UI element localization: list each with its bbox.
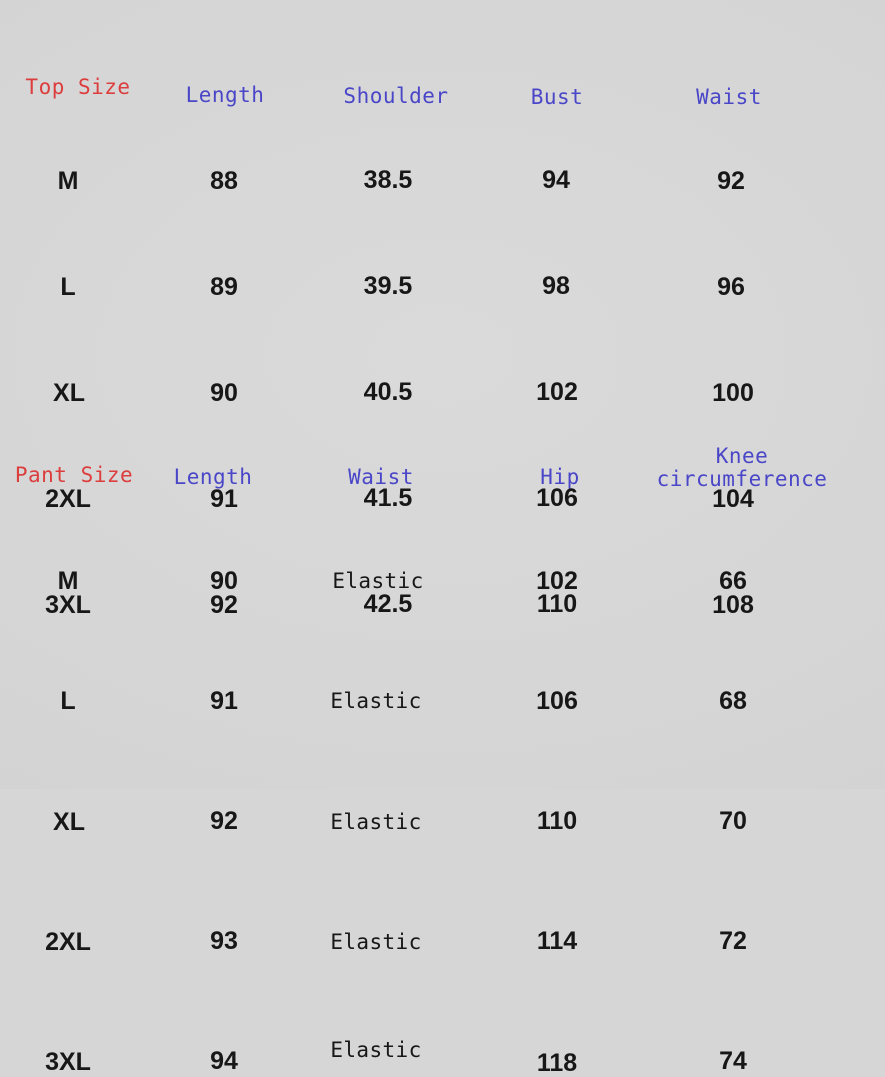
table-row: 3XL 94 Elastic 118 74	[0, 722, 885, 1077]
table-row: XL 90 40.5 102 100	[0, 216, 885, 407]
cell-size: 3XL	[45, 1048, 91, 1076]
top-size-table: Top Size Length Shoulder Bust Waist M 88…	[0, 70, 885, 619]
cell-knee: 74	[719, 1047, 747, 1075]
cell-waist: 100	[712, 379, 754, 407]
table-row: M 88 38.5 94 92	[0, 110, 885, 195]
cell-knee: 72	[719, 927, 747, 955]
cell-hip: 118	[536, 1049, 578, 1077]
table-row: 2XL 91 41.5 106 104	[0, 269, 885, 513]
cell-bust: 102	[536, 378, 578, 406]
cell-waist: Elastic	[330, 930, 422, 954]
cell-size: 2XL	[45, 928, 91, 956]
table-row: 3XL 92 42.5 110 108	[0, 322, 885, 619]
column-header-top-size: Top Size	[25, 75, 131, 99]
cell-length: 90	[210, 379, 238, 407]
cell-hip: 114	[536, 927, 578, 955]
cell-waist: Elastic	[330, 810, 422, 834]
cell-length: 93	[210, 927, 238, 955]
table-row: M 90 Elastic 102 66	[0, 482, 885, 595]
pant-size-table: Pant Size Length Waist Hip Knee circumfe…	[0, 432, 885, 1077]
column-header-waist: Waist	[696, 85, 762, 109]
cell-shoulder: 40.5	[363, 378, 413, 406]
table-header-row: Pant Size Length Waist Hip Knee circumfe…	[0, 432, 885, 491]
cell-size: XL	[53, 808, 85, 836]
table-row: L 91 Elastic 106 68	[0, 542, 885, 715]
column-header-length: Length	[185, 83, 265, 107]
table-row: XL 92 Elastic 110 70	[0, 602, 885, 836]
table-row: 2XL 93 Elastic 114 72	[0, 662, 885, 956]
cell-size: XL	[53, 379, 85, 407]
cell-length: 92	[210, 807, 238, 835]
size-chart-root: Top Size Length Shoulder Bust Waist M 88…	[0, 0, 885, 1077]
cell-knee: 70	[719, 807, 747, 835]
column-header-bust: Bust	[530, 85, 584, 109]
column-header-shoulder: Shoulder	[343, 84, 449, 108]
cell-waist: Elastic	[330, 1038, 422, 1062]
cell-length: 94	[210, 1047, 238, 1075]
table-header-row: Top Size Length Shoulder Bust Waist	[0, 70, 885, 110]
cell-hip: 110	[536, 807, 578, 835]
table-row: L 89 39.5 98 96	[0, 163, 885, 301]
